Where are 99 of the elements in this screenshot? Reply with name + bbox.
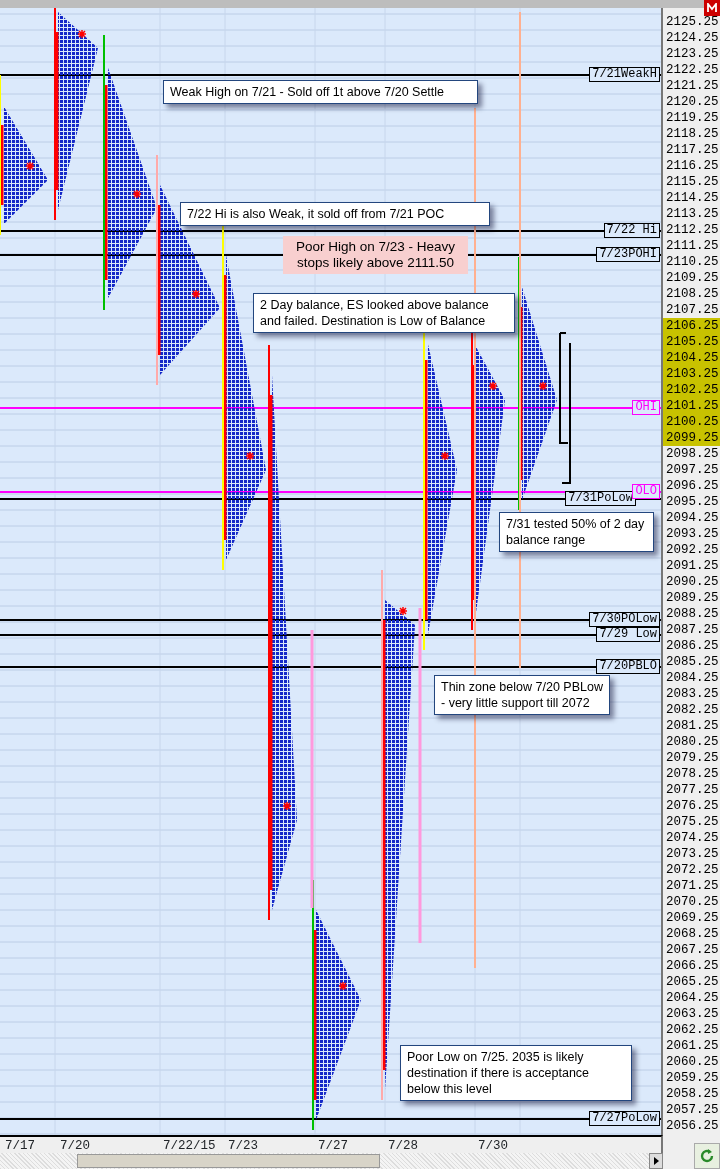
annotation-callout: 2 Day balance, ES looked above balance and failed. Destination is Low of Balance	[253, 293, 515, 333]
price-label: 2074.25	[665, 830, 720, 846]
price-label: 2059.25	[665, 1070, 720, 1086]
price-label: 2063.25	[665, 1006, 720, 1022]
price-label: 2062.25	[665, 1022, 720, 1038]
price-label: 2105.25	[663, 334, 720, 350]
price-label: 2084.25	[665, 670, 720, 686]
level-label: OLO	[632, 484, 660, 499]
level-label: 7/22 Hi	[603, 223, 660, 238]
level-label: 7/31PoLow	[565, 491, 636, 506]
price-label: 2089.25	[665, 590, 720, 606]
price-label: 2082.25	[665, 702, 720, 718]
price-label: 2073.25	[665, 846, 720, 862]
price-label: 2058.25	[665, 1086, 720, 1102]
date-label: 7/20	[60, 1138, 90, 1154]
price-label: 2086.25	[665, 638, 720, 654]
price-label: 2117.25	[665, 142, 720, 158]
price-label: 2114.25	[665, 190, 720, 206]
price-label: 2076.25	[665, 798, 720, 814]
price-label: 2057.25	[665, 1102, 720, 1118]
price-label: 2111.25	[665, 238, 720, 254]
annotation-callout: 7/22 Hi is also Weak, it sold off from 7/21 POC	[180, 202, 490, 226]
level-label: 7/23POHI	[596, 247, 660, 262]
price-label: 2068.25	[665, 926, 720, 942]
price-label: 2056.25	[665, 1118, 720, 1134]
price-label: 2091.25	[665, 558, 720, 574]
price-label: 2119.25	[665, 110, 720, 126]
price-label: 2110.25	[665, 254, 720, 270]
price-label: 2094.25	[665, 510, 720, 526]
price-label: 2116.25	[665, 158, 720, 174]
price-label: 2096.25	[665, 478, 720, 494]
price-label: 2104.25	[663, 350, 720, 366]
price-label: 2088.25	[665, 606, 720, 622]
level-label: OHI	[632, 400, 660, 415]
arrow-right-icon	[653, 1157, 659, 1165]
price-label: 2070.25	[665, 894, 720, 910]
price-label: 2066.25	[665, 958, 720, 974]
level-label: 7/21WeakH	[589, 67, 660, 82]
price-label: 2113.25	[665, 206, 720, 222]
price-label: 2065.25	[665, 974, 720, 990]
price-label: 2125.25	[665, 14, 720, 30]
price-label: 2075.25	[665, 814, 720, 830]
price-label: 2064.25	[665, 990, 720, 1006]
price-label: 2108.25	[665, 286, 720, 302]
price-label: 2087.25	[665, 622, 720, 638]
price-label: 2101.25	[663, 398, 720, 414]
price-label: 2099.25	[663, 430, 720, 446]
price-label: 2095.25	[665, 494, 720, 510]
price-label: 2122.25	[665, 62, 720, 78]
annotation-callout: Weak High on 7/21 - Sold off 1t above 7/20 Settle	[163, 80, 478, 104]
date-label: 7/22/15	[163, 1138, 216, 1154]
annotation-callout: Poor Low on 7/25. 2035 is likely destination if there is acceptance below this level	[400, 1045, 632, 1101]
price-label: 2078.25	[665, 766, 720, 782]
price-label: 2077.25	[665, 782, 720, 798]
price-label: 2072.25	[665, 862, 720, 878]
refresh-icon[interactable]	[694, 1143, 720, 1169]
level-label: 7/27PoLow	[589, 1111, 660, 1126]
price-label: 2123.25	[665, 46, 720, 62]
price-label: 2060.25	[665, 1054, 720, 1070]
price-label: 2120.25	[665, 94, 720, 110]
price-label: 2079.25	[665, 750, 720, 766]
date-label: 7/28	[388, 1138, 418, 1154]
price-label: 2071.25	[665, 878, 720, 894]
price-label: 2103.25	[663, 366, 720, 382]
price-label: 2107.25	[665, 302, 720, 318]
price-label: 2067.25	[665, 942, 720, 958]
price-label: 2085.25	[665, 654, 720, 670]
scroll-right-button[interactable]	[649, 1153, 663, 1169]
price-label: 2083.25	[665, 686, 720, 702]
price-label: 2090.25	[665, 574, 720, 590]
price-label: 2115.25	[665, 174, 720, 190]
level-label: 7/30POLow	[589, 612, 660, 627]
date-label: 7/23	[228, 1138, 258, 1154]
price-label: 2100.25	[663, 414, 720, 430]
price-label: 2121.25	[665, 78, 720, 94]
price-label: 2098.25	[665, 446, 720, 462]
price-label: 2102.25	[663, 382, 720, 398]
annotation-callout: Poor High on 7/23 - Heavy stops likely above 2111.50	[283, 236, 468, 274]
price-label: 2080.25	[665, 734, 720, 750]
price-label: 2061.25	[665, 1038, 720, 1054]
price-label: 2069.25	[665, 910, 720, 926]
price-label: 2106.25	[663, 318, 720, 334]
price-label: 2109.25	[665, 270, 720, 286]
date-label: 7/17	[5, 1138, 35, 1154]
scrollbar-thumb[interactable]	[77, 1154, 380, 1168]
price-label: 2118.25	[665, 126, 720, 142]
m-icon	[704, 0, 720, 16]
level-label: 7/29 Low	[596, 627, 660, 642]
annotation-callout: Thin zone below 7/20 PBLow - very little support till 2072	[434, 675, 610, 715]
annotation-callout: 7/31 tested 50% of 2 day balance range	[499, 512, 654, 552]
date-label: 7/27	[318, 1138, 348, 1154]
price-label: 2112.25	[665, 222, 720, 238]
price-label: 2081.25	[665, 718, 720, 734]
price-label: 2097.25	[665, 462, 720, 478]
level-label: 7/20PBLO	[596, 659, 660, 674]
price-label: 2124.25	[665, 30, 720, 46]
price-label: 2092.25	[665, 542, 720, 558]
price-label: 2093.25	[665, 526, 720, 542]
date-label: 7/30	[478, 1138, 508, 1154]
